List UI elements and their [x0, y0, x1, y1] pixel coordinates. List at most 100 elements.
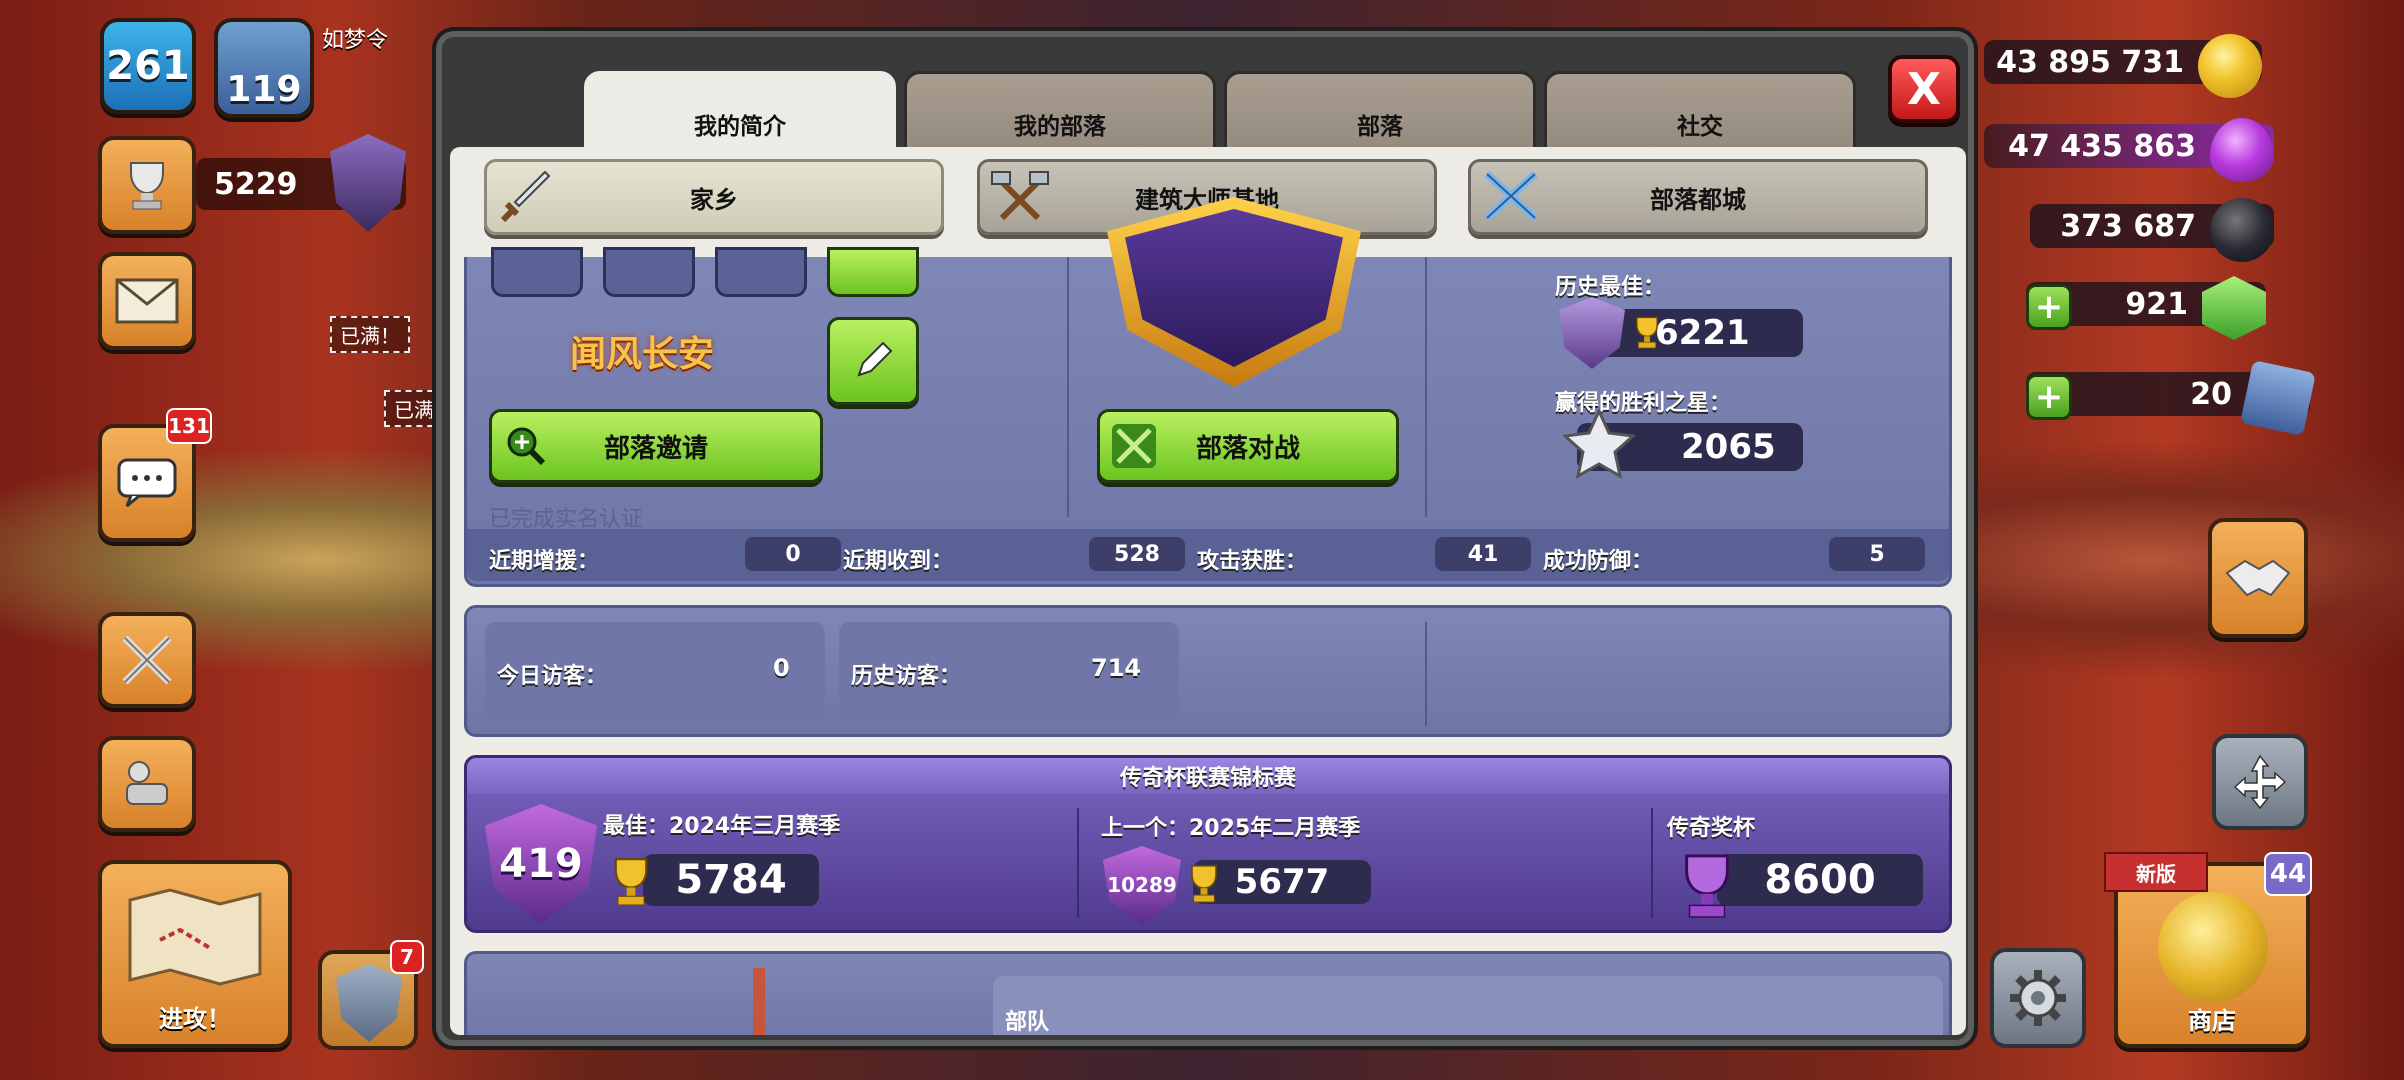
plus-icon: + — [2034, 287, 2064, 327]
clan-war-label: 部落对战 — [1195, 433, 1300, 464]
attack-button[interactable]: 进攻！ — [98, 860, 292, 1048]
town-hall-badge[interactable]: 119 — [214, 18, 314, 118]
profile-content: 家乡 建筑大师基地 部落都城 闻风长安 部落邀请 已完成实名认证 部落对战 历史… — [450, 147, 1966, 1035]
stat-label-donations: 近期增援： — [489, 549, 600, 574]
ticket-icon — [2240, 360, 2316, 436]
guard-shield-icon — [336, 964, 402, 1042]
treasure-map-icon — [128, 888, 262, 986]
level-badge[interactable]: 261 — [100, 18, 196, 114]
gear-icon — [2010, 970, 2066, 1026]
add-tickets-button[interactable]: + — [2026, 374, 2072, 420]
achievement-badge-1[interactable] — [491, 247, 583, 297]
chat-bubble-icon — [117, 458, 177, 508]
player-title-art: 闻风长安 — [569, 333, 714, 375]
visitors-panel: 今日访客： 0 历史访客： 714 — [464, 605, 1952, 737]
star-icon — [1563, 409, 1635, 479]
stat-label-received: 近期收到： — [843, 549, 954, 574]
visitors-divider — [1425, 622, 1427, 726]
achievement-badge-2[interactable] — [603, 247, 695, 297]
magnifier-plus-icon — [507, 427, 546, 466]
stat-label-attack-wins: 攻击获胜： — [1197, 549, 1308, 574]
trophy-count: 5229 — [214, 166, 298, 202]
move-hand-icon — [2233, 754, 2287, 810]
stat-value-defense-wins: 5 — [1829, 537, 1925, 571]
gold-bar: 43 895 731 — [1984, 34, 2262, 98]
legend-prev-rank: 10289 — [1107, 873, 1177, 897]
legend-league-panel: 传奇杯联赛锦标赛 419 最佳：2024年三月赛季 5784 上一个：2025年… — [464, 755, 1952, 933]
legend-title: 传奇杯联赛锦标赛 — [1119, 766, 1296, 791]
close-button[interactable]: X — [1888, 55, 1960, 123]
map-label-full-1: 已满！ — [330, 316, 410, 353]
shop-count-badge: 44 — [2264, 852, 2312, 896]
dark-elixir-bar: 373 687 — [2030, 198, 2274, 262]
shield-timer-badge: 7 — [390, 940, 424, 974]
edit-badges-button[interactable] — [827, 247, 919, 297]
stats-strip: 近期增援： 0 近期收到： 528 攻击获胜： 41 成功防御： 5 — [467, 529, 1949, 581]
player-level: 261 — [106, 43, 190, 89]
today-visitors-label: 今日访客： — [497, 664, 608, 689]
legend-best-box: 5784 — [643, 854, 819, 906]
legend-trophies-label: 传奇奖杯 — [1667, 816, 1756, 841]
trophy-button[interactable] — [98, 136, 196, 234]
troops-label: 部队 — [1005, 1010, 1050, 1035]
legend-trophies-value: 8600 — [1764, 857, 1876, 903]
legend-best-label: 最佳：2024年三月赛季 — [603, 814, 841, 839]
attack-label: 进攻！ — [159, 1005, 231, 1033]
friendly-challenge-button[interactable] — [2208, 518, 2308, 638]
mail-button[interactable] — [98, 252, 196, 350]
town-hall-level: 119 — [226, 69, 302, 110]
subtab-clan-capital[interactable]: 部落都城 — [1468, 159, 1928, 235]
legend-prev-badge-icon: 10289 — [1103, 846, 1181, 924]
total-visitors-value: 714 — [1091, 654, 1142, 682]
add-gems-button[interactable]: + — [2026, 284, 2072, 330]
chat-badge-count: 131 — [168, 414, 210, 438]
clan-war-side-button[interactable] — [98, 612, 196, 708]
subtab-home-village[interactable]: 家乡 — [484, 159, 944, 235]
legend-best-value: 5784 — [675, 857, 787, 903]
clan-invite-button[interactable]: 部落邀请 — [489, 409, 823, 483]
edit-title-button[interactable] — [827, 317, 919, 405]
close-icon: X — [1907, 63, 1941, 115]
gold-coin-icon — [2198, 34, 2262, 98]
builder-side-button[interactable] — [98, 736, 196, 832]
best-trophies-label: 历史最佳： — [1555, 275, 1666, 300]
tab-label: 社交 — [1677, 114, 1723, 140]
pencil-icon — [857, 341, 893, 377]
chat-notification-badge: 131 — [166, 408, 212, 444]
elixir-bar: 47 435 863 — [1984, 118, 2274, 182]
troops-header: 部队 — [993, 976, 1943, 1035]
handshake-icon — [2225, 559, 2291, 597]
today-visitors-value: 0 — [773, 654, 790, 682]
edit-layout-button[interactable] — [2212, 734, 2308, 830]
legend-divider-2 — [1651, 808, 1653, 918]
shop-label: 商店 — [2188, 1007, 2236, 1035]
legend-trophies-box: 8600 — [1717, 854, 1923, 906]
total-visitors-label: 历史访客： — [851, 664, 962, 689]
legend-prev-value: 5677 — [1234, 862, 1330, 902]
achievement-badge-3[interactable] — [715, 247, 807, 297]
stat-value-donations: 0 — [745, 537, 841, 571]
stat-value-received: 528 — [1089, 537, 1185, 571]
league-shield-icon — [330, 134, 406, 232]
profile-summary-panel: 闻风长安 部落邀请 已完成实名认证 部落对战 历史最佳： 6221 赢得的胜利之… — [464, 197, 1952, 587]
builder-icon — [126, 761, 168, 805]
trophy-icon — [1636, 316, 1658, 349]
coins-hammer-icon — [2158, 892, 2268, 1002]
plus-icon: + — [2034, 377, 2064, 417]
crossed-swords-blue-icon — [1484, 171, 1538, 221]
dark-elixir-drop-icon — [2210, 198, 2274, 262]
tab-label: 我的部落 — [1014, 114, 1106, 140]
tab-label: 部落 — [1357, 114, 1403, 140]
troops-tower-art — [753, 968, 765, 1035]
settings-button[interactable] — [1990, 948, 2086, 1048]
best-trophies-value: 6221 — [1655, 313, 1750, 353]
legend-trophy-icon — [1685, 854, 1729, 918]
stat-value-attack-wins: 41 — [1435, 537, 1531, 571]
crossed-swords-icon — [122, 635, 172, 685]
legend-rank-value: 419 — [499, 841, 583, 887]
shield-badge-count: 7 — [400, 945, 414, 969]
clan-invite-label: 部落邀请 — [603, 433, 708, 464]
subtab-label: 家乡 — [690, 185, 738, 214]
clan-war-button[interactable]: 部落对战 — [1097, 409, 1399, 483]
war-stars-value: 2065 — [1681, 427, 1776, 467]
